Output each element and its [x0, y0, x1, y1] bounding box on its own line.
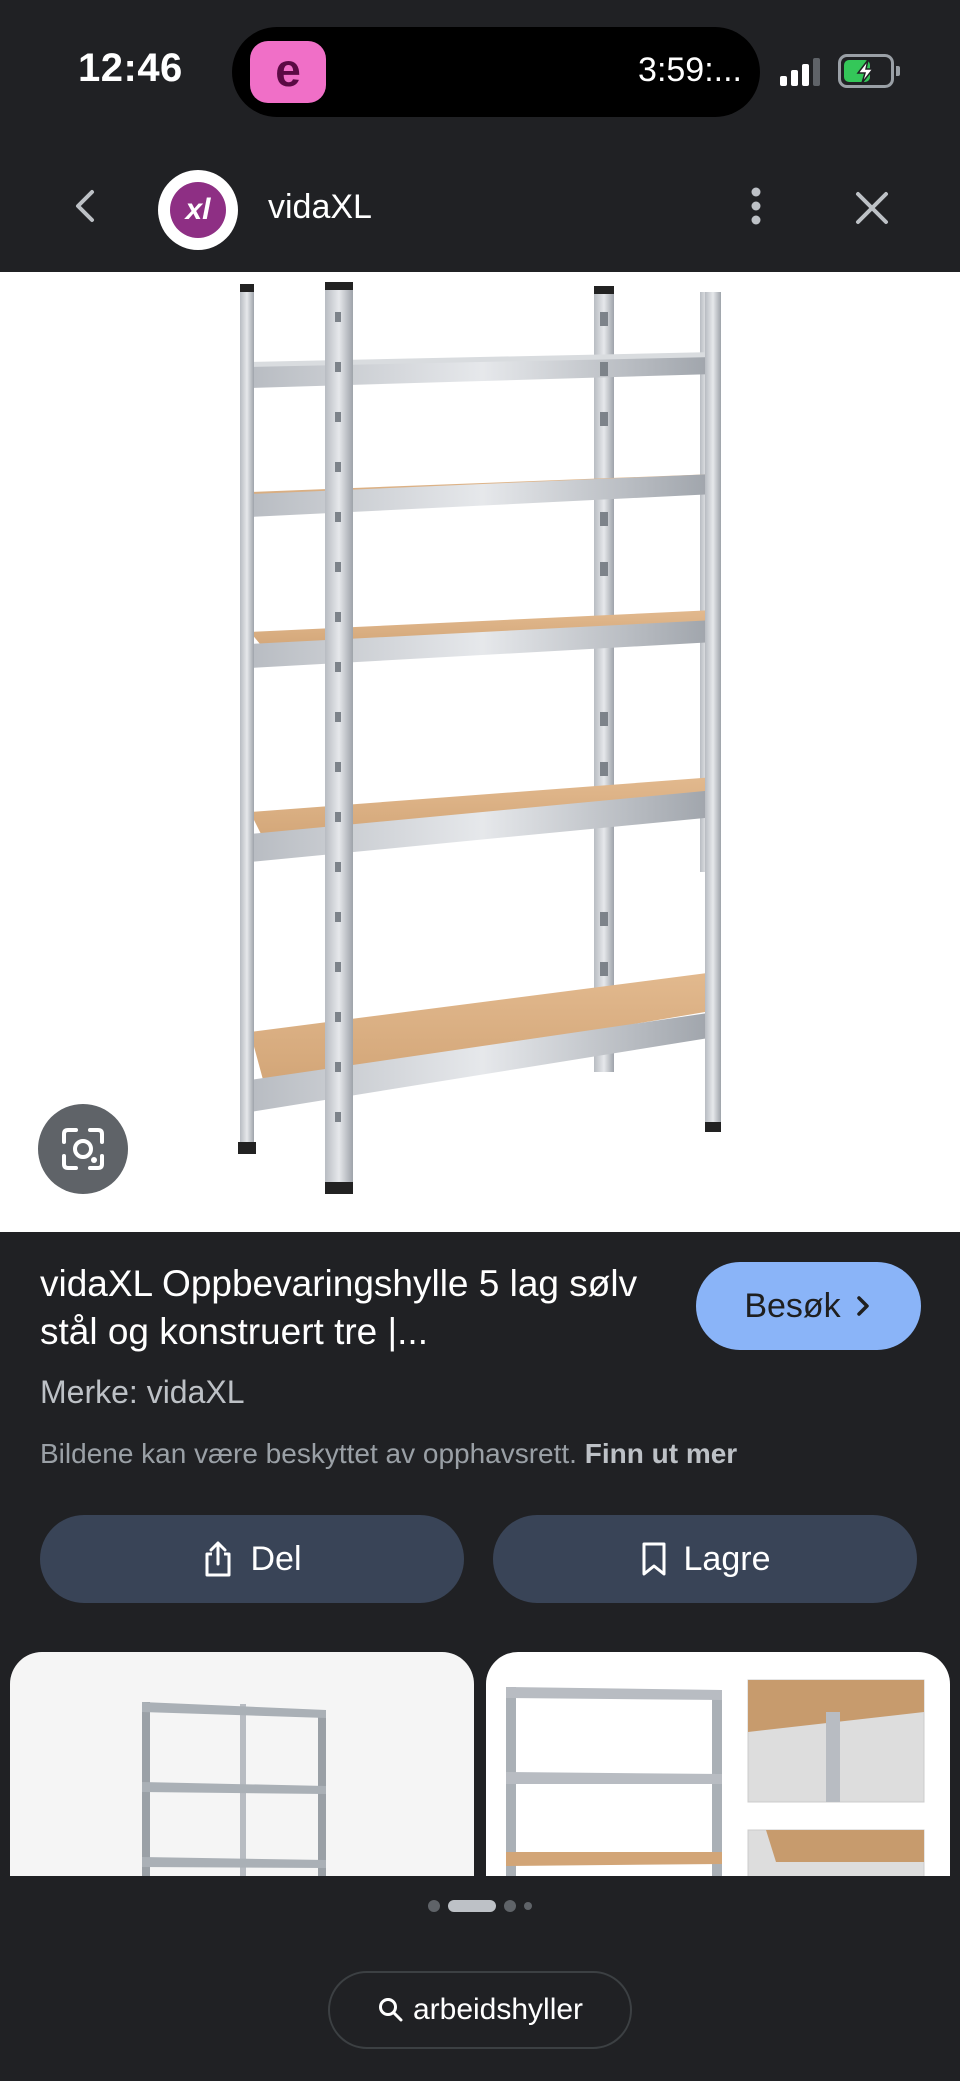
pager-dot — [428, 1900, 440, 1912]
pager-dot — [524, 1902, 532, 1910]
search-query: arbeidshyller — [412, 1993, 584, 2026]
product-image[interactable] — [0, 272, 960, 1232]
bookmark-icon — [642, 1542, 666, 1576]
site-logo[interactable]: xl — [158, 170, 238, 250]
save-button[interactable]: Lagre — [493, 1515, 917, 1603]
close-icon[interactable] — [850, 186, 894, 230]
learn-more-link[interactable]: Finn ut mer — [585, 1438, 737, 1469]
app-header: xl vidaXL — [0, 140, 960, 272]
cellular-signal-icon — [780, 56, 820, 86]
status-time: 12:46 — [78, 46, 183, 90]
related-shelf-collage-image — [506, 1679, 925, 1876]
island-timer: 3:59:... — [638, 51, 742, 89]
related-image-card[interactable] — [10, 1652, 474, 1876]
dynamic-island[interactable]: e 3:59:... — [232, 27, 760, 117]
pager-dot — [504, 1900, 516, 1912]
charging-bolt-icon — [856, 59, 875, 84]
copyright-text: Bildene kan være beskyttet av opphavsret… — [40, 1438, 577, 1469]
related-image-card[interactable] — [486, 1652, 950, 1876]
google-lens-button[interactable] — [38, 1104, 128, 1194]
shelf-illustration — [238, 282, 721, 1194]
island-app-icon: e — [250, 41, 326, 103]
search-chip[interactable]: arbeidshyller — [328, 1971, 632, 2049]
search-icon — [378, 1998, 403, 2022]
lens-icon — [62, 1128, 104, 1170]
share-label: Del — [250, 1539, 302, 1578]
related-images — [0, 1652, 960, 1876]
related-shelf-image — [142, 1702, 326, 1876]
pager-dot — [448, 1900, 496, 1912]
site-name[interactable]: vidaXL — [268, 188, 372, 227]
visit-label: Besøk — [744, 1286, 841, 1325]
more-vert-icon[interactable] — [738, 184, 774, 228]
logo-text: xl — [185, 193, 211, 226]
back-chevron-icon[interactable] — [64, 184, 108, 228]
island-app-letter: e — [275, 44, 301, 96]
copyright-notice: Bildene kan være beskyttet av opphavsret… — [40, 1438, 737, 1470]
product-title[interactable]: vidaXL Oppbevaringshylle 5 lag sølv stål… — [40, 1260, 660, 1356]
carousel-pager — [0, 1900, 960, 1912]
share-button[interactable]: Del — [40, 1515, 464, 1603]
visit-button[interactable]: Besøk — [696, 1262, 921, 1350]
brand-label: Merke: vidaXL — [40, 1374, 245, 1410]
battery-icon — [838, 54, 900, 88]
chevron-right-icon — [856, 1296, 869, 1316]
share-icon — [205, 1541, 231, 1577]
status-bar: 12:46 e 3:59:... — [0, 0, 960, 140]
save-label: Lagre — [683, 1539, 771, 1578]
